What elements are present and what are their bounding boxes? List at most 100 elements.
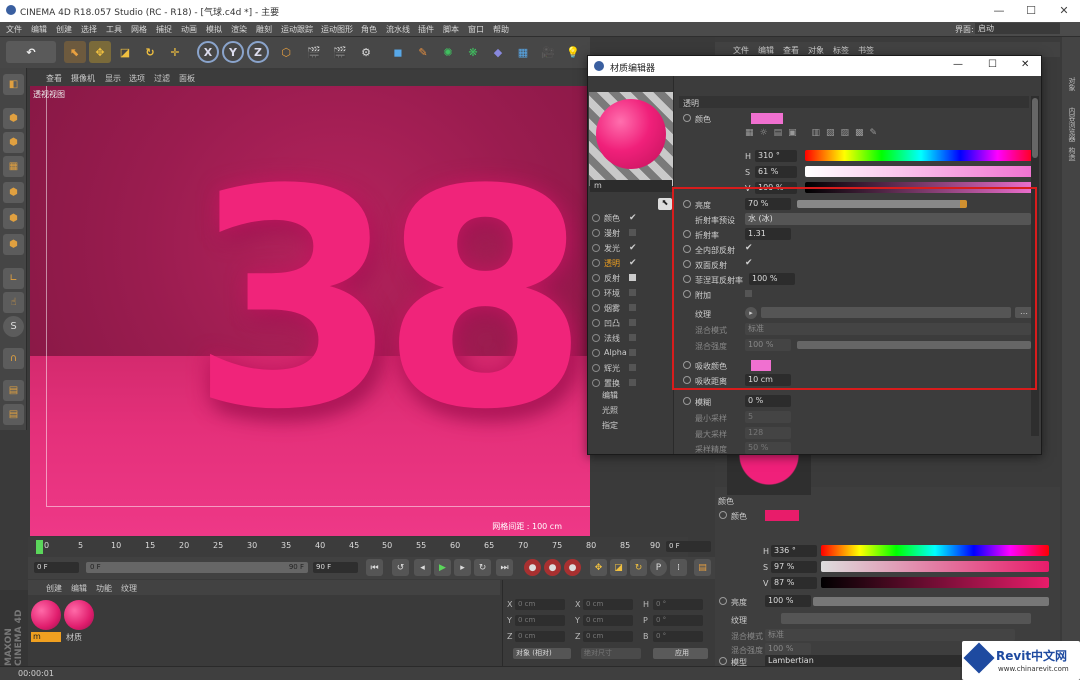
- viewport-menu-camera[interactable]: 摄像机: [71, 73, 95, 84]
- material-name-2[interactable]: 材质: [64, 632, 94, 642]
- saturation-slider[interactable]: [805, 166, 1037, 177]
- channel-checkbox[interactable]: ✔: [629, 258, 637, 268]
- channel-reflectance[interactable]: 反射: [592, 271, 672, 285]
- attr-blend-strength-field[interactable]: 100 %: [765, 643, 811, 655]
- rotation-h-field[interactable]: 0 °: [653, 599, 703, 610]
- material-thumbnail-2[interactable]: [64, 600, 94, 630]
- scale-key-icon[interactable]: ◪: [610, 559, 627, 576]
- size-x-field[interactable]: 0 cm: [583, 599, 633, 610]
- menu-script[interactable]: 脚本: [443, 24, 459, 35]
- channel-color[interactable]: 颜色 ✔: [592, 211, 672, 225]
- channel-diffuse[interactable]: 漫射: [592, 226, 672, 240]
- rotation-p-field[interactable]: 0 °: [653, 615, 703, 626]
- attr-brightness-field[interactable]: 100 %: [765, 595, 811, 607]
- edges-mode-icon[interactable]: ⬢: [3, 208, 24, 229]
- tab-objects[interactable]: 对象: [1065, 77, 1077, 91]
- min-samples-field[interactable]: 5: [745, 411, 791, 423]
- coordinate-mode-select[interactable]: 对象 (相对): [513, 648, 571, 659]
- channel-checkbox[interactable]: ✔: [629, 213, 637, 223]
- z-axis-button[interactable]: Z: [247, 41, 269, 63]
- menu-select[interactable]: 选择: [81, 24, 97, 35]
- channel-checkbox[interactable]: [629, 229, 636, 236]
- close-button[interactable]: ✕: [1050, 2, 1078, 20]
- attr-value-slider[interactable]: [821, 577, 1049, 588]
- position-y-field[interactable]: 0 cm: [515, 615, 565, 626]
- subdivision-icon[interactable]: ✺: [437, 41, 459, 63]
- texture-mode-icon[interactable]: ⬢: [3, 132, 24, 153]
- hue-field[interactable]: 310 °: [755, 150, 797, 162]
- channel-glow[interactable]: 辉光: [592, 361, 672, 375]
- channel-checkbox[interactable]: [629, 304, 636, 311]
- rotate-tool-icon[interactable]: ↻: [139, 41, 161, 63]
- attr-color-swatch[interactable]: [765, 510, 799, 521]
- attr-s-field[interactable]: 97 %: [771, 561, 817, 573]
- attr-v-field[interactable]: 87 %: [771, 577, 817, 589]
- polygons-mode-icon[interactable]: ⬢: [3, 234, 24, 255]
- axis-mode-icon[interactable]: ∟: [3, 268, 24, 289]
- cursor-icon[interactable]: ⬉: [658, 198, 672, 210]
- material-preview[interactable]: [589, 92, 673, 186]
- render-picture-viewer-icon[interactable]: 🎬: [329, 41, 351, 63]
- magnet-icon[interactable]: ∩: [3, 348, 24, 369]
- position-z-field[interactable]: 0 cm: [515, 631, 565, 642]
- viewport-menu-display[interactable]: 显示: [105, 73, 121, 84]
- perspective-viewport[interactable]: 38 网格间距 : 100 cm: [30, 86, 590, 536]
- editor-tab-illumination[interactable]: 光照: [602, 405, 618, 416]
- param-key-icon[interactable]: P: [650, 559, 667, 576]
- channel-checkbox[interactable]: [629, 349, 636, 356]
- scale-tool-icon[interactable]: ◪: [114, 41, 136, 63]
- balloon-number-38[interactable]: 38: [190, 151, 590, 451]
- viewport-menu-filter[interactable]: 过滤: [154, 73, 170, 84]
- material-name-field[interactable]: m: [590, 180, 672, 192]
- prev-frame-icon[interactable]: ◂: [414, 559, 431, 576]
- menu-simulate[interactable]: 模拟: [206, 24, 222, 35]
- menu-window[interactable]: 窗口: [468, 24, 484, 35]
- end-frame-field[interactable]: 90 F: [313, 562, 358, 573]
- position-x-field[interactable]: 0 cm: [515, 599, 565, 610]
- floor-icon[interactable]: ▦: [512, 41, 534, 63]
- blur-anim-dot[interactable]: [683, 397, 691, 405]
- apply-button[interactable]: 应用: [653, 648, 708, 659]
- menu-sculpt[interactable]: 雕刻: [256, 24, 272, 35]
- goto-end-icon[interactable]: ⏭: [496, 559, 513, 576]
- deformer-icon[interactable]: ◆: [487, 41, 509, 63]
- cube-icon[interactable]: ◼: [387, 41, 409, 63]
- attr-model-anim-dot[interactable]: [719, 657, 727, 665]
- camera-icon[interactable]: 🎥: [537, 41, 559, 63]
- workplane-icon[interactable]: ▤: [3, 380, 24, 401]
- channel-checkbox[interactable]: [629, 364, 636, 371]
- x-axis-button[interactable]: X: [197, 41, 219, 63]
- material-thumbnail-m[interactable]: [31, 600, 61, 630]
- accuracy-field[interactable]: 50 %: [745, 442, 791, 454]
- minimize-button[interactable]: —: [985, 2, 1013, 20]
- dialog-minimize-button[interactable]: —: [953, 59, 963, 70]
- model-mode-icon[interactable]: ⬢: [3, 108, 24, 129]
- matmgr-menu-create[interactable]: 创建: [46, 583, 62, 594]
- saturation-field[interactable]: 61 %: [755, 166, 797, 178]
- editor-tab-edit[interactable]: 编辑: [602, 390, 618, 401]
- material-editor-window[interactable]: 材质编辑器 — ☐ ✕ m ⬉ 颜色 ✔ 漫射 发光 ✔ 透明 ✔ 反射 环境 烟雾 …: [587, 55, 1042, 455]
- channel-luminance[interactable]: 发光 ✔: [592, 241, 672, 255]
- auto-key-icon[interactable]: ●: [544, 559, 561, 576]
- record-keys-icon[interactable]: ●: [524, 559, 541, 576]
- render-view-icon[interactable]: 🎬: [303, 41, 325, 63]
- workplane-mode-icon[interactable]: ▦: [3, 156, 24, 177]
- menu-create[interactable]: 创建: [56, 24, 72, 35]
- blur-field[interactable]: 0 %: [745, 395, 791, 407]
- position-key-icon[interactable]: ✥: [590, 559, 607, 576]
- matmgr-menu-edit[interactable]: 编辑: [71, 583, 87, 594]
- attr-blend-mode-select[interactable]: 标准: [765, 629, 1015, 641]
- pla-key-icon[interactable]: ⁞: [670, 559, 687, 576]
- make-editable-icon[interactable]: ◧: [3, 74, 24, 95]
- keyframe-selection-icon[interactable]: ●: [564, 559, 581, 576]
- render-settings-icon[interactable]: ⚙: [355, 41, 377, 63]
- rotation-b-field[interactable]: 0 °: [653, 631, 703, 642]
- dialog-maximize-button[interactable]: ☐: [988, 59, 997, 70]
- coordinate-system-icon[interactable]: ⬡: [275, 41, 297, 63]
- goto-next-key-icon[interactable]: ↻: [474, 559, 491, 576]
- recent-tool-icon[interactable]: ✛: [164, 41, 186, 63]
- color-anim-dot[interactable]: [683, 114, 691, 122]
- timeline-window-icon[interactable]: ▤: [694, 559, 711, 576]
- channel-checkbox[interactable]: [629, 319, 636, 326]
- preview-range-slider[interactable]: 0 F 90 F: [86, 562, 308, 573]
